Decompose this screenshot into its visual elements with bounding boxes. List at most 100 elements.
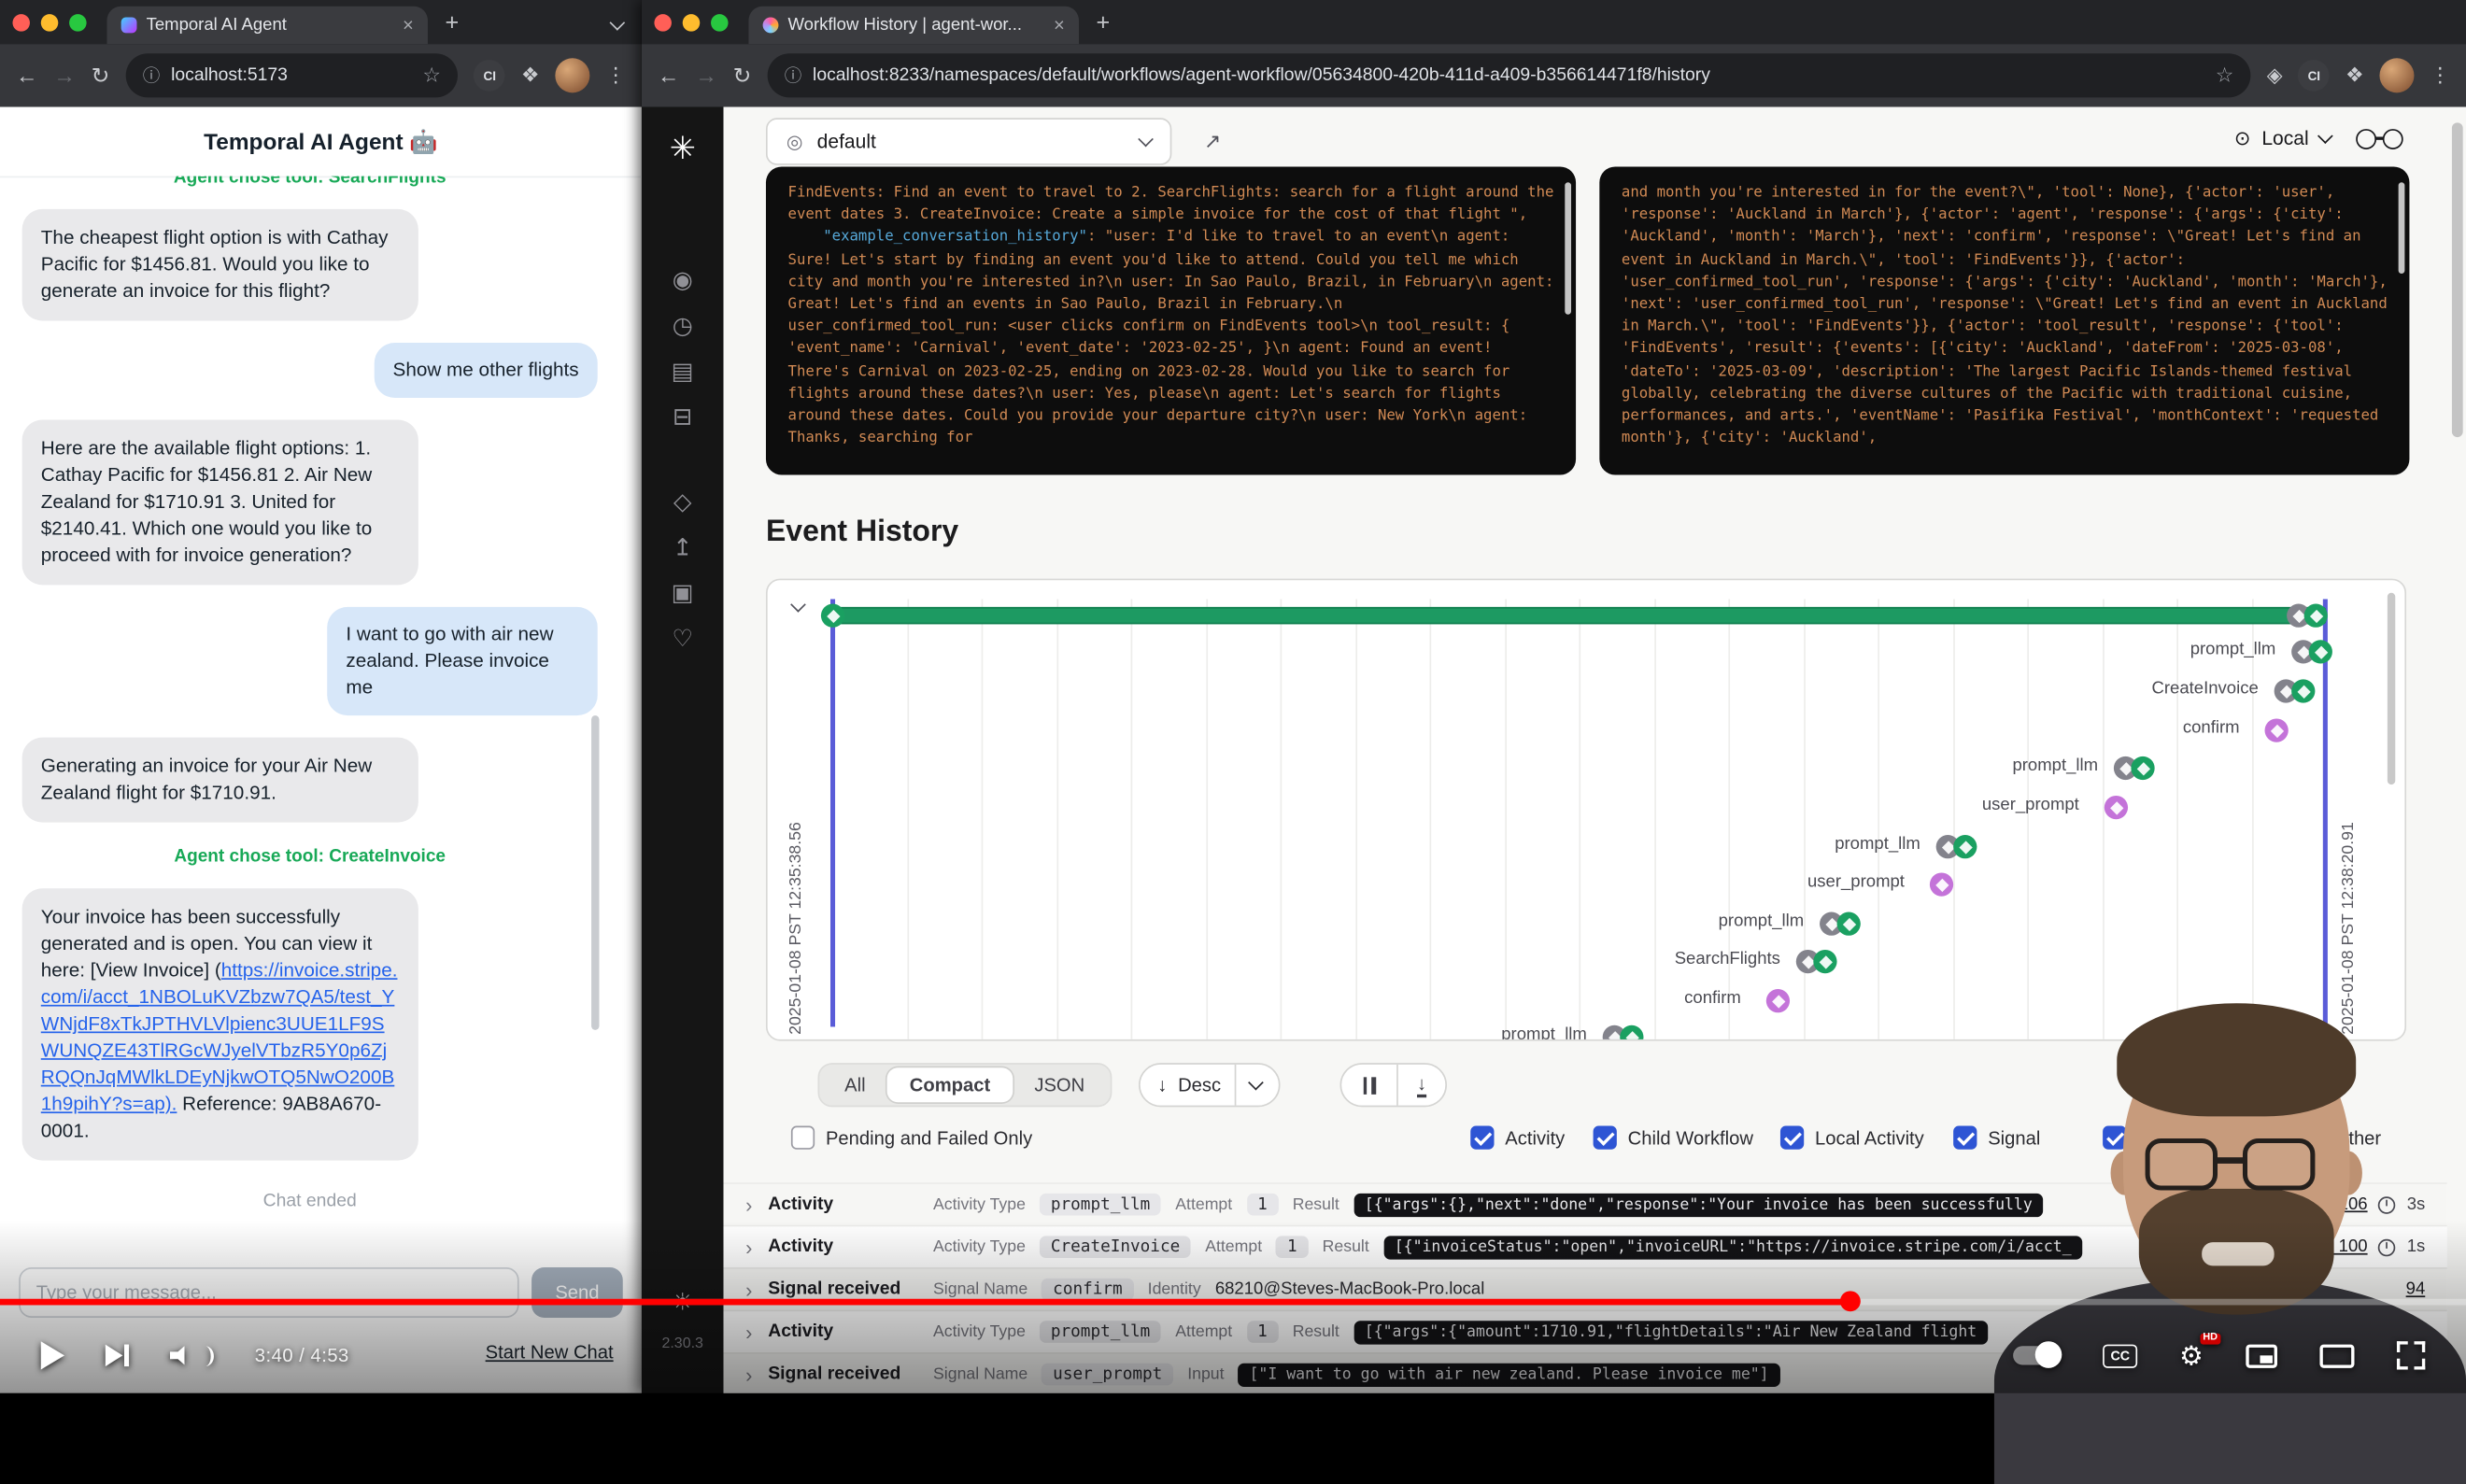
- download-history-button[interactable]: ↓: [1396, 1065, 1445, 1106]
- page-scrollbar[interactable]: [2452, 122, 2463, 437]
- row-expand-icon[interactable]: ›: [745, 1363, 752, 1386]
- row-expand-icon[interactable]: ›: [745, 1320, 752, 1343]
- timeline-event-marker[interactable]: [1930, 872, 1953, 896]
- minimize-window-button[interactable]: [41, 13, 59, 31]
- sort-desc-button[interactable]: ↓ Desc: [1139, 1063, 1281, 1107]
- pause-autorefresh-button[interactable]: [1341, 1065, 1396, 1106]
- archive-icon[interactable]: ⊟: [673, 405, 692, 431]
- temporal-logo-icon[interactable]: ✳: [642, 129, 724, 168]
- theme-toggle-sun-icon[interactable]: ☀: [642, 1288, 724, 1316]
- timeline-scrollbar[interactable]: [2388, 593, 2395, 784]
- back-icon[interactable]: ←: [658, 64, 680, 87]
- feedback-heart-icon[interactable]: ♡: [672, 628, 693, 653]
- back-icon[interactable]: ←: [16, 64, 38, 87]
- site-info-icon[interactable]: ⓘ: [143, 63, 161, 88]
- tab-json[interactable]: JSON: [1013, 1067, 1107, 1102]
- tab-close-icon[interactable]: ×: [1054, 16, 1065, 35]
- browser-menu-icon[interactable]: ⋮: [2430, 63, 2450, 88]
- extensions-puzzle-icon[interactable]: ❖: [521, 63, 540, 88]
- frame-icon[interactable]: ▣: [672, 582, 694, 607]
- filter-child-workflow[interactable]: Child Workflow: [1594, 1126, 1753, 1150]
- row-expand-icon[interactable]: ›: [745, 1193, 752, 1216]
- address-bar[interactable]: ⓘ localhost:8233/namespaces/default/work…: [767, 53, 2251, 97]
- shield-extension-icon[interactable]: ◈: [2267, 63, 2283, 88]
- minimize-window-button[interactable]: [683, 13, 701, 31]
- codec-glasses-icon[interactable]: [2356, 129, 2403, 149]
- timeline-event-marker[interactable]: [2114, 756, 2155, 780]
- forward-icon[interactable]: →: [53, 64, 76, 87]
- tab-compact[interactable]: Compact: [887, 1067, 1013, 1102]
- stack-icon[interactable]: ▤: [672, 360, 694, 386]
- close-window-button[interactable]: [12, 13, 30, 31]
- workflow-input-json-panel[interactable]: FindEvents: Find an event to travel to 2…: [766, 166, 1576, 474]
- panel-scrollbar[interactable]: [1565, 182, 1571, 314]
- chevron-down-icon[interactable]: [1249, 1075, 1265, 1091]
- new-tab-button[interactable]: +: [439, 8, 465, 35]
- extension-badge-icon[interactable]: CI: [474, 60, 505, 92]
- history-actions: ↓: [1340, 1063, 1447, 1107]
- browser-tab-temporal-agent[interactable]: Temporal AI Agent ×: [106, 7, 427, 44]
- reload-icon[interactable]: ↻: [733, 64, 752, 87]
- tab-search-chevron-icon[interactable]: [605, 2, 629, 43]
- site-info-icon[interactable]: ⓘ: [785, 63, 802, 88]
- timeline-event-marker[interactable]: [1603, 1025, 1644, 1041]
- checkbox[interactable]: [1594, 1126, 1617, 1150]
- checkbox[interactable]: [1470, 1126, 1494, 1150]
- browser-menu-icon[interactable]: ⋮: [605, 63, 626, 88]
- send-button[interactable]: Send: [531, 1267, 623, 1318]
- profile-avatar[interactable]: [2379, 58, 2414, 92]
- extension-badge-icon[interactable]: CI: [2298, 60, 2330, 92]
- timeline-event-marker[interactable]: [2275, 679, 2316, 702]
- row-expand-icon[interactable]: ›: [745, 1278, 752, 1301]
- timeline-event-marker[interactable]: [2291, 640, 2332, 663]
- timeline-event-marker[interactable]: [1820, 912, 1861, 936]
- zoom-window-button[interactable]: [69, 13, 87, 31]
- checkbox[interactable]: [1953, 1126, 1977, 1150]
- export-icon[interactable]: ↥: [673, 536, 692, 561]
- workflow-start-marker[interactable]: [821, 604, 844, 628]
- start-new-chat-link[interactable]: Start New Chat: [486, 1341, 614, 1364]
- presenter-smile: [2202, 1242, 2274, 1265]
- open-in-new-button[interactable]: ↗: [1189, 118, 1237, 165]
- extensions-puzzle-icon[interactable]: ❖: [2346, 63, 2364, 88]
- close-window-button[interactable]: [654, 13, 672, 31]
- row-expand-icon[interactable]: ›: [745, 1236, 752, 1259]
- timeline-event-marker[interactable]: [2105, 796, 2128, 819]
- timeline-event-marker[interactable]: [2265, 718, 2289, 742]
- tab-all[interactable]: All: [823, 1067, 888, 1102]
- workflow-result-json-panel[interactable]: and month you're interested in for the e…: [1599, 166, 2409, 474]
- profile-avatar[interactable]: [555, 58, 589, 92]
- zoom-window-button[interactable]: [711, 13, 729, 31]
- download-icon: ↓: [1417, 1073, 1426, 1096]
- workflow-end-marker[interactable]: [2287, 604, 2328, 628]
- bookmark-star-icon[interactable]: ☆: [422, 63, 441, 88]
- filter-pending-and-failed-only[interactable]: Pending and Failed Only: [791, 1126, 1032, 1150]
- forward-icon[interactable]: →: [695, 64, 717, 87]
- workflow-span-bar[interactable]: [832, 607, 2327, 625]
- panel-scrollbar[interactable]: [2399, 182, 2405, 274]
- message-input[interactable]: [19, 1267, 518, 1318]
- reload-icon[interactable]: ↻: [92, 64, 110, 87]
- tab-close-icon[interactable]: ×: [403, 16, 414, 35]
- namespace-select[interactable]: ◎ default: [766, 118, 1171, 165]
- local-datasource-dropdown[interactable]: ⊙ Local: [2234, 126, 2331, 149]
- browser-tab-workflow-history[interactable]: Workflow History | agent-wor... ×: [748, 7, 1079, 44]
- address-bar[interactable]: ⓘ localhost:5173 ☆: [125, 53, 458, 97]
- schedules-icon[interactable]: ◷: [673, 315, 693, 340]
- visibility-icon[interactable]: ◉: [673, 269, 693, 294]
- gridline: [1653, 599, 1655, 1039]
- timeline-event-marker[interactable]: [1796, 950, 1837, 973]
- new-tab-button[interactable]: +: [1090, 8, 1116, 35]
- filter-activity[interactable]: Activity: [1470, 1126, 1565, 1150]
- checkbox[interactable]: [791, 1126, 815, 1150]
- field-chip: 1: [1246, 1321, 1278, 1343]
- filter-local-activity[interactable]: Local Activity: [1780, 1126, 1924, 1150]
- checkbox[interactable]: [1780, 1126, 1804, 1150]
- timeline-event-marker[interactable]: [1936, 835, 1977, 858]
- cube-icon[interactable]: ◇: [673, 490, 691, 516]
- chat-scrollbar[interactable]: [591, 715, 599, 1030]
- timeline-event-marker[interactable]: [1766, 989, 1790, 1012]
- collapse-timeline-button[interactable]: [783, 593, 811, 621]
- bookmark-star-icon[interactable]: ☆: [2216, 63, 2234, 88]
- invoice-link[interactable]: https://invoice.stripe.com/i/acct_1NBOLu…: [41, 959, 398, 1115]
